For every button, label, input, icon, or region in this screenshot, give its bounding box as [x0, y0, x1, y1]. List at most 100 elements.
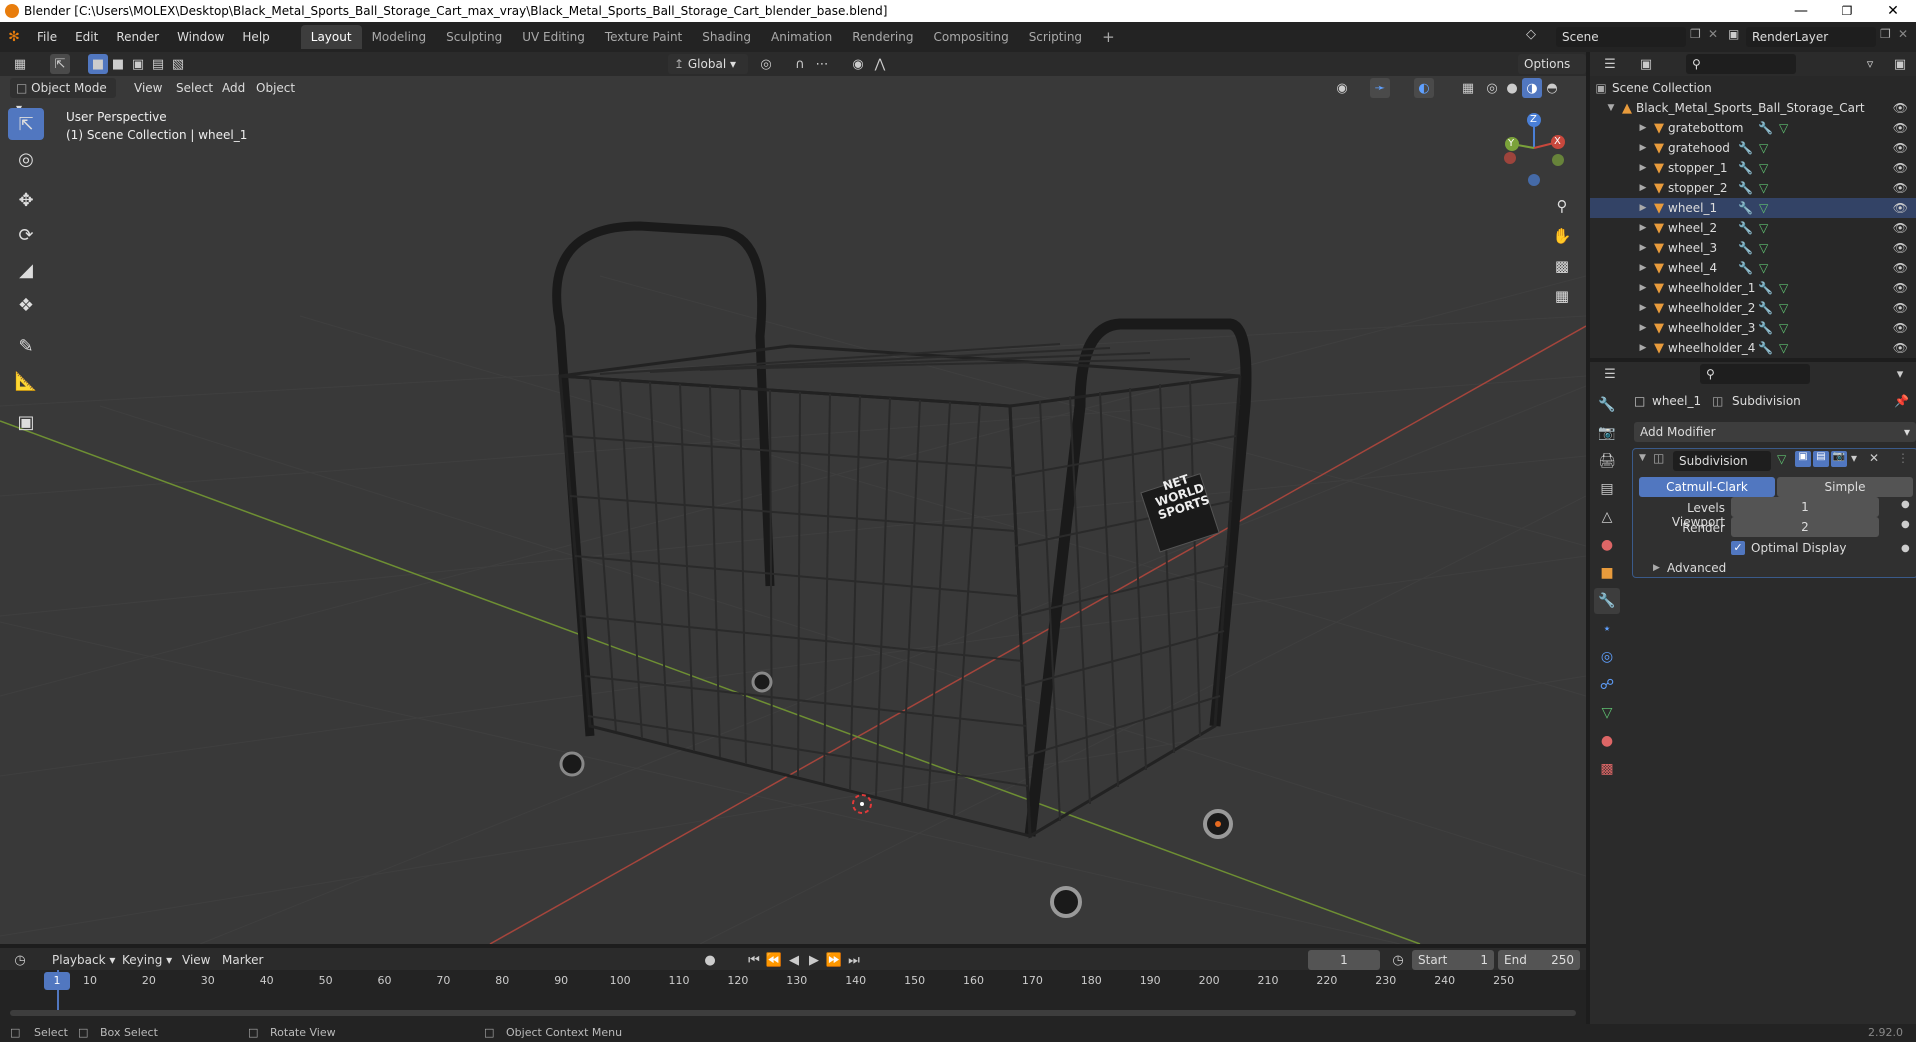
- visibility-eye-icon[interactable]: 👁: [1893, 201, 1908, 215]
- play-icon[interactable]: ▶: [804, 950, 824, 970]
- rendered-shading-icon[interactable]: ◓: [1542, 78, 1562, 98]
- falloff-icon[interactable]: ⋀: [870, 54, 890, 74]
- outliner-row-wheelholder-1[interactable]: ▶ ▼ wheelholder_1 🔧 ▽ 👁: [1590, 278, 1916, 298]
- record-icon[interactable]: ●: [700, 950, 720, 970]
- particles-tab-icon[interactable]: ⋆: [1594, 616, 1620, 642]
- modifier-wrench-icon[interactable]: 🔧: [1738, 181, 1753, 195]
- material-tab-icon[interactable]: ●: [1594, 728, 1620, 754]
- tab-texture-paint[interactable]: Texture Paint: [595, 25, 692, 49]
- expand-icon[interactable]: ▶: [1636, 323, 1650, 333]
- preview-range-icon[interactable]: ◷: [1388, 950, 1408, 970]
- measure-tool-icon[interactable]: 📐: [8, 365, 44, 397]
- proportional-edit-icon[interactable]: ◉: [848, 54, 868, 74]
- modifier-wrench-icon[interactable]: 🔧: [1738, 261, 1753, 275]
- menu-view[interactable]: View: [128, 78, 168, 98]
- playback-menu[interactable]: Playback ▾: [46, 950, 121, 970]
- annotate-tool-icon[interactable]: ✎: [8, 330, 44, 362]
- modifier-wrench-icon[interactable]: 🔧: [1758, 121, 1773, 135]
- expand-icon[interactable]: ▶: [1636, 123, 1650, 133]
- solid-shading-icon[interactable]: ●: [1502, 78, 1522, 98]
- rotate-tool-icon[interactable]: ⟳: [8, 219, 44, 251]
- visibility-eye-icon[interactable]: 👁: [1893, 261, 1908, 275]
- outliner-row-gratehood[interactable]: ▶ ▼ gratehood 🔧 ▽ 👁: [1590, 138, 1916, 158]
- expand-icon[interactable]: ▶: [1636, 163, 1650, 173]
- outliner-row-gratebottom[interactable]: ▶ ▼ gratebottom 🔧 ▽ 👁: [1590, 118, 1916, 138]
- view-layer-tab-icon[interactable]: ▤: [1594, 476, 1620, 502]
- menu-help[interactable]: Help: [233, 22, 278, 52]
- timeline-editor-icon[interactable]: ◷: [10, 950, 30, 970]
- modifier-wrench-icon[interactable]: 🔧: [1738, 161, 1753, 175]
- tab-animation[interactable]: Animation: [761, 25, 842, 49]
- xray-icon[interactable]: ▦: [1458, 78, 1478, 98]
- outliner-row-wheel-4[interactable]: ▶ ▼ wheel_4 🔧 ▽ 👁: [1590, 258, 1916, 278]
- menu-select[interactable]: Select: [170, 78, 219, 98]
- select-invert-icon[interactable]: ▤: [148, 54, 168, 74]
- snap-icon[interactable]: ∩: [790, 54, 810, 74]
- modifier-menu-icon[interactable]: ▾: [1851, 451, 1857, 465]
- ortho-grid-icon[interactable]: ▦: [1548, 282, 1576, 310]
- tab-uv-editing[interactable]: UV Editing: [512, 25, 595, 49]
- advanced-section-label[interactable]: Advanced: [1667, 561, 1726, 575]
- visibility-eye-icon[interactable]: 👁: [1893, 161, 1908, 175]
- scene-tab-icon[interactable]: △: [1594, 504, 1620, 530]
- marker-menu[interactable]: Marker: [216, 950, 269, 970]
- start-frame-field[interactable]: Start 1: [1412, 950, 1494, 970]
- menu-edit[interactable]: Edit: [66, 22, 107, 52]
- cursor-tool-icon[interactable]: ◎: [8, 143, 44, 175]
- keyframe-dot-icon-2[interactable]: ●: [1901, 519, 1910, 530]
- visibility-eye-icon[interactable]: 👁: [1893, 281, 1908, 295]
- restore-button[interactable]: ❐: [1824, 0, 1870, 22]
- minimize-button[interactable]: —: [1778, 0, 1824, 22]
- tab-modeling[interactable]: Modeling: [362, 25, 437, 49]
- options-dropdown[interactable]: Options ▾: [1518, 54, 1586, 91]
- prev-keyframe-icon[interactable]: ⏪: [764, 950, 784, 970]
- pin-icon[interactable]: 📌: [1894, 394, 1909, 408]
- add-modifier-dropdown[interactable]: Add Modifier ▾: [1634, 422, 1916, 442]
- tab-rendering[interactable]: Rendering: [842, 25, 923, 49]
- select-new-icon[interactable]: ■: [88, 54, 108, 74]
- modifier-wrench-icon[interactable]: 🔧: [1738, 241, 1753, 255]
- snap-target-icon[interactable]: ⋯: [812, 54, 832, 74]
- outliner-row-wheel-3[interactable]: ▶ ▼ wheel_3 🔧 ▽ 👁: [1590, 238, 1916, 258]
- new-layer-icon[interactable]: ❐: [1880, 27, 1891, 41]
- mesh-data-icon[interactable]: ▽: [1779, 121, 1788, 135]
- new-scene-icon[interactable]: ❐: [1690, 27, 1701, 41]
- pan-hand-icon[interactable]: ✋: [1548, 222, 1576, 250]
- mesh-data-icon[interactable]: ▽: [1759, 161, 1768, 175]
- outliner-row-wheel-1[interactable]: ▶ ▼ wheel_1 🔧 ▽ 👁: [1590, 198, 1916, 218]
- timeline-scrollbar[interactable]: [10, 1010, 1576, 1016]
- visibility-eye-icon[interactable]: 👁: [1893, 321, 1908, 335]
- add-workspace-icon[interactable]: +: [1092, 25, 1125, 49]
- filter-icon[interactable]: ▿: [1860, 54, 1880, 74]
- keyframe-dot-icon[interactable]: ●: [1901, 499, 1910, 510]
- visibility-eye-icon[interactable]: 👁: [1893, 301, 1908, 315]
- modifier-wrench-icon[interactable]: 🔧: [1738, 221, 1753, 235]
- modifier-wrench-icon[interactable]: 🔧: [1738, 141, 1753, 155]
- output-tab-icon[interactable]: 🖨: [1594, 448, 1620, 474]
- move-tool-icon[interactable]: ✥: [8, 184, 44, 216]
- outliner-row-scene[interactable]: ▣ Scene Collection: [1590, 78, 1916, 98]
- blender-menu-icon[interactable]: ✻: [0, 29, 28, 45]
- mesh-data-icon[interactable]: ▽: [1779, 281, 1788, 295]
- visibility-eye-icon[interactable]: 👁: [1893, 241, 1908, 255]
- properties-editor-icon[interactable]: ☰: [1600, 364, 1620, 384]
- select-box-tool-icon[interactable]: ⇱: [8, 108, 44, 140]
- expand-icon[interactable]: ▶: [1636, 183, 1650, 193]
- jump-end-icon[interactable]: ⏭: [844, 950, 864, 970]
- material-shading-icon[interactable]: ◑: [1522, 78, 1542, 98]
- add-cube-tool-icon[interactable]: ▣: [8, 406, 44, 438]
- expand-icon[interactable]: ▶: [1636, 263, 1650, 273]
- expand-icon[interactable]: ▶: [1636, 143, 1650, 153]
- menu-window[interactable]: Window: [168, 22, 233, 52]
- mesh-data-icon[interactable]: ▽: [1779, 341, 1788, 355]
- mesh-data-icon[interactable]: ▽: [1759, 241, 1768, 255]
- orientation-dropdown[interactable]: ↥ Global ▾: [668, 54, 748, 74]
- menu-render[interactable]: Render: [107, 22, 168, 52]
- realtime-icon[interactable]: ▤: [1813, 451, 1829, 467]
- remove-modifier-icon[interactable]: ✕: [1869, 451, 1879, 465]
- expand-icon[interactable]: ▶: [1636, 343, 1650, 353]
- expand-icon[interactable]: ▶: [1636, 283, 1650, 293]
- modifier-tab-icon[interactable]: 🔧: [1594, 588, 1620, 614]
- keyframe-dot-icon-3[interactable]: ●: [1901, 543, 1910, 554]
- mesh-data-icon[interactable]: ▽: [1759, 261, 1768, 275]
